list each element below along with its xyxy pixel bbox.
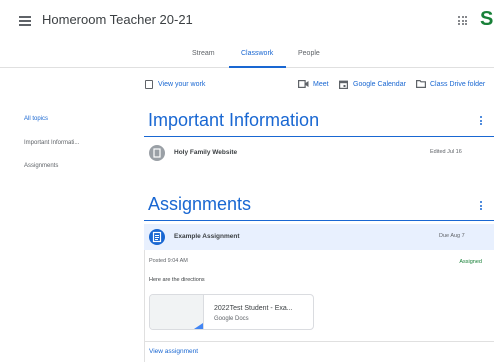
attachment-card[interactable]: 2022Test Student - Exa... Google Docs: [149, 294, 314, 330]
class-drive-folder-button[interactable]: Class Drive folder: [416, 80, 485, 88]
view-your-work-button[interactable]: View your work: [145, 80, 205, 89]
class-title[interactable]: Homeroom Teacher 20-21: [42, 12, 193, 27]
attachment-thumbnail: [150, 295, 204, 329]
topic-divider: [144, 136, 494, 137]
top-app-bar: Homeroom Teacher 20-21 S: [0, 0, 494, 42]
assignment-work-icon: [145, 80, 153, 89]
account-avatar[interactable]: S: [480, 8, 493, 31]
video-camera-icon: [298, 80, 309, 88]
menu-icon[interactable]: [19, 16, 31, 26]
assignment-title: Example Assignment: [174, 233, 240, 240]
more-vert-icon[interactable]: [480, 201, 483, 212]
topic-title-important-information: Important Information: [148, 110, 320, 130]
assignment-due-date: Due Aug 7: [439, 233, 465, 239]
view-assignment-link[interactable]: View assignment: [149, 348, 198, 355]
assignment-posted-time: Posted 9:04 AM: [149, 258, 188, 264]
classwork-actions: View your work Meet Google Calendar Clas…: [0, 80, 494, 94]
material-edited-date: Edited Jul 16: [430, 149, 462, 155]
tab-classwork[interactable]: Classwork: [241, 50, 273, 57]
attachment-type: Google Docs: [214, 316, 249, 322]
topic-title-assignments: Assignments: [148, 194, 252, 214]
more-vert-icon[interactable]: [480, 116, 483, 127]
assignment-icon: [149, 229, 165, 245]
tab-people[interactable]: People: [298, 50, 320, 57]
material-icon: [149, 145, 165, 161]
tab-stream[interactable]: Stream: [192, 50, 215, 57]
meet-button[interactable]: Meet: [298, 80, 329, 88]
assignment-details: Posted 9:04 AM Assigned Here are the dir…: [144, 250, 494, 362]
material-title: Holy Family Website: [174, 149, 238, 156]
meet-label: Meet: [313, 80, 329, 88]
view-your-work-label: View your work: [158, 81, 206, 88]
assignment-row-example-assignment[interactable]: Example Assignment Due Aug 7: [144, 224, 494, 250]
folder-icon: [416, 80, 426, 88]
class-tabs: Stream Classwork People: [0, 42, 494, 68]
assignment-directions: Here are the directions: [149, 277, 205, 283]
class-drive-folder-label: Class Drive folder: [430, 80, 486, 88]
topic-divider: [144, 220, 494, 221]
sidebar-item-important-information[interactable]: Important Informati...: [24, 140, 79, 146]
sidebar-item-all-topics[interactable]: All topics: [24, 116, 48, 122]
google-calendar-label: Google Calendar: [353, 81, 406, 88]
google-calendar-button[interactable]: Google Calendar: [339, 80, 406, 89]
apps-grid-icon[interactable]: [458, 16, 467, 25]
material-row-holy-family-website[interactable]: Holy Family Website Edited Jul 16: [144, 141, 494, 165]
active-tab-indicator: [229, 66, 286, 68]
calendar-icon: [339, 80, 348, 89]
details-divider: [145, 341, 494, 342]
attachment-title: 2022Test Student - Exa...: [214, 305, 293, 312]
assignment-status: Assigned: [459, 259, 482, 265]
sidebar-item-assignments[interactable]: Assignments: [24, 163, 58, 169]
